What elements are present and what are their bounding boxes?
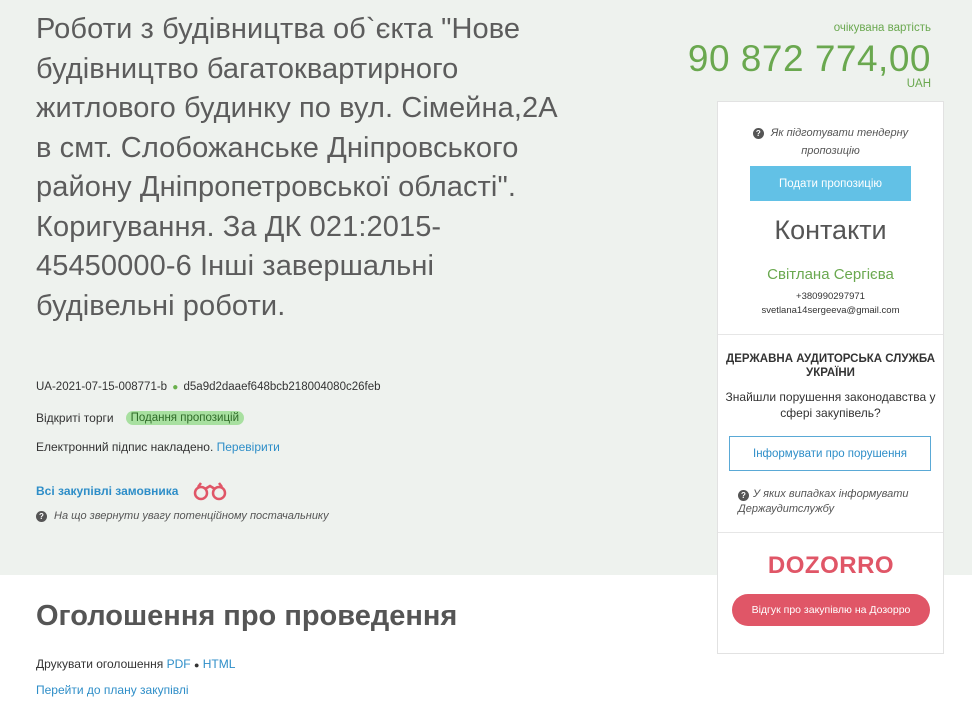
status-dot: ●	[172, 382, 179, 393]
audit-question: Знайшли порушення законодавства у сфері …	[725, 390, 936, 420]
announcement-title: Оголошення про проведення	[36, 600, 458, 632]
contact-email: svetlana14sergeeva@gmail.com	[761, 305, 900, 316]
divider	[718, 334, 943, 335]
customer-tenders-link[interactable]: Всі закупівлі замовника	[36, 484, 178, 498]
audit-service-title: ДЕРЖАВНА АУДИТОРСЬКА СЛУЖБА УКРАЇНИ	[726, 353, 936, 379]
question-icon: ?	[752, 128, 764, 139]
dozorro-review-button[interactable]: Відгук про закупівлю на Дозорро	[732, 594, 930, 626]
status-badge: Подання пропозицій	[125, 411, 245, 425]
print-pdf-link[interactable]: PDF	[167, 657, 191, 671]
procurement-plan-link[interactable]: Перейти до плану закупівлі	[36, 683, 189, 697]
print-html-link[interactable]: HTML	[203, 657, 236, 671]
attention-hint[interactable]: ? На що звернути увагу потенційному пост…	[36, 510, 329, 522]
submit-proposal-button[interactable]: Подати пропозицію	[750, 166, 911, 201]
price-currency: UAH	[906, 78, 931, 90]
contacts-title: Контакти	[774, 215, 887, 245]
question-icon: ?	[36, 510, 47, 522]
audit-note-link[interactable]: ? У яких випадках інформувати Держаудитсл…	[738, 487, 938, 517]
how-to-prepare-link[interactable]: ? Як підготувати тендерну пропозицію	[718, 124, 943, 160]
side-panel: ? Як підготувати тендерну пропозицію Пода…	[717, 101, 944, 654]
tender-hash: d5a9d2daaef648bcb218004080c26feb	[183, 381, 381, 393]
report-violation-button[interactable]: Інформувати про порушення	[729, 436, 931, 471]
separator-dot: ●	[193, 660, 200, 670]
verify-signature-link[interactable]: Перевірити	[217, 440, 280, 454]
how-to-text: Як підготувати тендерну пропозицію	[770, 127, 909, 157]
tender-id-row: UA-2021-07-15-008771-b ● d5a9d2daaef648b…	[36, 381, 381, 393]
attention-text: На що звернути увагу потенційному постач…	[54, 510, 329, 522]
signature-text: Електронний підпис накладено.	[36, 440, 214, 454]
binoculars-icon[interactable]	[192, 480, 228, 502]
tender-title: Роботи з будівництва об`єкта "Нове будів…	[36, 13, 558, 322]
divider	[718, 532, 943, 533]
print-text: Друкувати оголошення	[36, 657, 164, 671]
contact-name: Світлана Сергієва	[767, 266, 894, 283]
customer-row: Всі закупівлі замовника	[36, 480, 228, 502]
print-row: Друкувати оголошення PDF ● HTML	[36, 657, 235, 671]
dozorro-logo: DOZORRO	[767, 552, 895, 579]
tender-id: UA-2021-07-15-008771-b	[36, 381, 168, 393]
price-label: очікувана вартість	[833, 22, 931, 34]
procedure-row: Відкриті торги Подання пропозицій	[36, 411, 245, 425]
question-icon: ?	[738, 490, 749, 501]
signature-row: Електронний підпис накладено. Перевірити	[36, 440, 280, 454]
contact-phone: +380990297971	[796, 291, 865, 302]
procedure-type: Відкриті торги	[36, 411, 114, 425]
audit-note-text: У яких випадках інформувати Держаудитслу…	[738, 488, 909, 515]
price-value: 90 872 774,00	[687, 38, 931, 79]
